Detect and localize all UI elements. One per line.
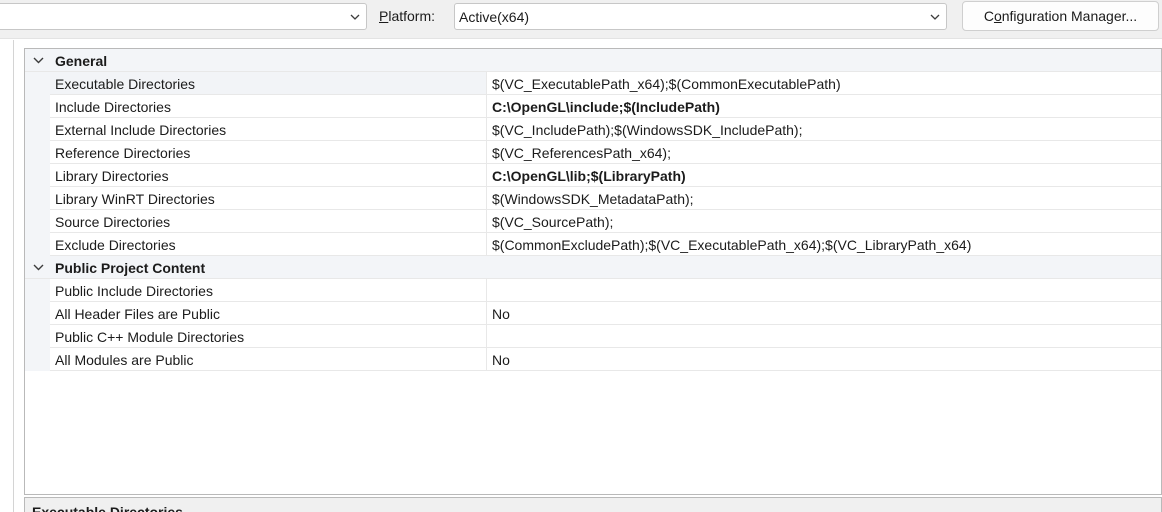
row-gutter — [25, 348, 50, 371]
property-value-cell[interactable]: $(VC_ReferencesPath_x64); — [486, 141, 1161, 164]
row-gutter — [25, 325, 50, 348]
property-row[interactable]: Public C++ Module Directories — [25, 325, 1161, 348]
property-value-cell[interactable]: C:\OpenGL\lib;$(LibraryPath) — [486, 164, 1161, 187]
platform-label: Platform: — [379, 8, 436, 24]
row-gutter — [25, 187, 50, 210]
property-name: Include Directories — [55, 99, 171, 115]
property-value: $(CommonExcludePath);$(VC_ExecutablePath… — [492, 237, 972, 253]
property-name: Source Directories — [55, 214, 171, 230]
property-row[interactable]: Public Include Directories — [25, 279, 1161, 302]
property-name: Executable Directories — [55, 76, 196, 92]
property-name-cell[interactable]: All Modules are Public — [50, 348, 487, 371]
property-name-cell[interactable]: Public Include Directories — [50, 279, 487, 302]
property-name: Exclude Directories — [55, 237, 176, 253]
chevron-down-icon[interactable] — [32, 54, 45, 67]
description-title: Executable Directories — [32, 504, 183, 512]
property-row[interactable]: Library WinRT Directories $(WindowsSDK_Me… — [25, 187, 1161, 210]
property-row[interactable]: All Modules are Public No — [25, 348, 1161, 371]
left-panel-edge — [0, 40, 14, 512]
property-name-cell[interactable]: External Include Directories — [50, 118, 487, 141]
property-value-cell[interactable]: $(VC_IncludePath);$(WindowsSDK_IncludePa… — [486, 118, 1161, 141]
category-label: General — [55, 53, 108, 69]
property-value: $(VC_SourcePath); — [492, 214, 614, 230]
row-gutter — [25, 210, 50, 233]
row-gutter — [25, 302, 50, 325]
property-name: All Modules are Public — [55, 352, 194, 368]
property-row[interactable]: External Include Directories $(VC_Include… — [25, 118, 1161, 141]
property-value-cell[interactable] — [486, 279, 1161, 302]
property-name-cell[interactable]: Library Directories — [50, 164, 487, 187]
toolbar: Platform: Active(x64) Configuration Mana… — [0, 0, 1162, 39]
property-name-cell[interactable]: Reference Directories — [50, 141, 487, 164]
property-grid: General Executable Directories $(VC_Execut… — [24, 48, 1162, 495]
property-name-cell[interactable]: Public C++ Module Directories — [50, 325, 487, 348]
property-row[interactable]: All Header Files are Public No — [25, 302, 1161, 325]
property-row[interactable]: Executable Directories $(VC_ExecutablePat… — [25, 72, 1161, 95]
row-gutter — [25, 141, 50, 164]
chevron-down-icon — [350, 14, 360, 20]
property-value-cell[interactable]: $(CommonExcludePath);$(VC_ExecutablePath… — [486, 233, 1161, 256]
category-label: Public Project Content — [55, 260, 206, 276]
chevron-down-icon[interactable] — [32, 261, 45, 274]
property-name: Reference Directories — [55, 145, 191, 161]
platform-dropdown[interactable]: Active(x64) — [454, 3, 947, 30]
property-name-cell[interactable]: Library WinRT Directories — [50, 187, 487, 210]
property-value-cell[interactable]: $(VC_ExecutablePath_x64);$(CommonExecuta… — [486, 72, 1161, 95]
property-row[interactable]: Source Directories $(VC_SourcePath); — [25, 210, 1161, 233]
property-value: No — [492, 352, 510, 368]
property-name: Library WinRT Directories — [55, 191, 215, 207]
property-value: No — [492, 306, 510, 322]
property-name-cell[interactable]: Include Directories — [50, 95, 487, 118]
property-name-cell[interactable]: Exclude Directories — [50, 233, 487, 256]
property-value-cell[interactable]: C:\OpenGL\include;$(IncludePath) — [486, 95, 1161, 118]
configuration-manager-button[interactable]: Configuration Manager... — [962, 1, 1159, 31]
property-value: $(VC_ReferencesPath_x64); — [492, 145, 671, 161]
chevron-down-icon — [930, 14, 940, 20]
property-name: All Header Files are Public — [55, 306, 220, 322]
property-value-cell[interactable]: No — [486, 348, 1161, 371]
row-gutter — [25, 95, 50, 118]
property-row[interactable]: Exclude Directories $(CommonExcludePath);… — [25, 233, 1161, 256]
property-value: $(VC_IncludePath);$(WindowsSDK_IncludePa… — [492, 122, 803, 138]
property-value: $(VC_ExecutablePath_x64);$(CommonExecuta… — [492, 76, 841, 92]
property-row[interactable]: Include Directories C:\OpenGL\include;$(I… — [25, 95, 1161, 118]
property-name: External Include Directories — [55, 122, 227, 138]
row-gutter — [25, 233, 50, 256]
property-value-cell[interactable] — [486, 325, 1161, 348]
row-gutter — [25, 72, 50, 95]
platform-value: Active(x64) — [459, 9, 530, 25]
configuration-dropdown[interactable] — [0, 3, 367, 30]
property-value: $(WindowsSDK_MetadataPath); — [492, 191, 694, 207]
property-name-cell[interactable]: Source Directories — [50, 210, 487, 233]
row-gutter — [25, 118, 50, 141]
property-name: Public Include Directories — [55, 283, 213, 299]
property-name-cell[interactable]: All Header Files are Public — [50, 302, 487, 325]
property-value-cell[interactable]: No — [486, 302, 1161, 325]
property-row[interactable]: Reference Directories $(VC_ReferencesPath… — [25, 141, 1161, 164]
property-value: C:\OpenGL\lib;$(LibraryPath) — [492, 168, 686, 184]
description-panel: Executable Directories — [24, 497, 1162, 512]
category-row[interactable]: General — [25, 49, 1161, 72]
property-name-cell[interactable]: Executable Directories — [50, 72, 487, 95]
property-value-cell[interactable]: $(VC_SourcePath); — [486, 210, 1161, 233]
property-name: Library Directories — [55, 168, 169, 184]
property-name: Public C++ Module Directories — [55, 329, 245, 345]
property-value: C:\OpenGL\include;$(IncludePath) — [492, 99, 720, 115]
property-row[interactable]: Library Directories C:\OpenGL\lib;$(Libra… — [25, 164, 1161, 187]
property-value-cell[interactable]: $(WindowsSDK_MetadataPath); — [486, 187, 1161, 210]
row-gutter — [25, 279, 50, 302]
category-row[interactable]: Public Project Content — [25, 256, 1161, 279]
row-gutter — [25, 164, 50, 187]
